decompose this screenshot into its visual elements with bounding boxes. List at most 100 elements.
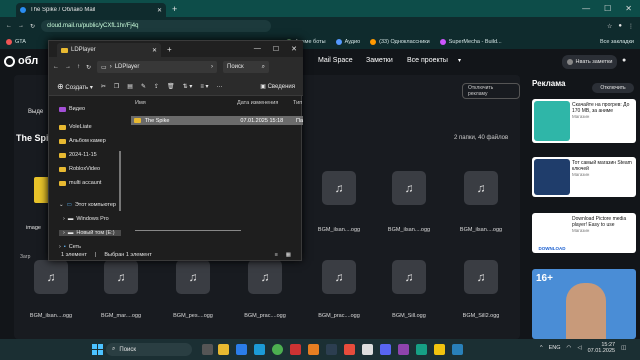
view-button[interactable]: ≡ ▾ xyxy=(200,83,208,90)
menu-icon[interactable]: ⋮ xyxy=(628,23,634,30)
site-logo[interactable]: обл xyxy=(4,55,38,67)
delete-icon[interactable]: 🗑 xyxy=(167,83,175,90)
path-field[interactable]: ▭ › LDPlayer › xyxy=(97,61,218,73)
nav-item[interactable]: RobloxVideo xyxy=(59,166,121,172)
url-field[interactable]: cloud.mail.ru/public/yCXfL1hr/Fj4q xyxy=(41,20,272,32)
audio-file-thumb[interactable]: ♫ xyxy=(322,171,356,205)
scrollbar[interactable] xyxy=(119,151,121,211)
nav-item[interactable]: Альбом камер xyxy=(59,138,121,144)
copy-icon[interactable]: ❐ xyxy=(114,83,119,90)
paste-icon[interactable]: ▤ xyxy=(127,83,133,90)
audio-file-thumb[interactable]: ♫ xyxy=(464,260,498,294)
forward-icon[interactable]: → xyxy=(65,64,71,70)
all-bookmarks[interactable]: Все закладки xyxy=(600,39,634,45)
audio-file-thumb[interactable]: ♫ xyxy=(176,260,210,294)
discord-icon[interactable] xyxy=(380,344,391,355)
audio-file-thumb[interactable]: ♫ xyxy=(322,260,356,294)
bookmark-item[interactable]: Аудио xyxy=(335,39,360,45)
more-icon[interactable]: … xyxy=(217,83,223,89)
nav-item[interactable]: multi accaunt xyxy=(59,180,121,186)
nav-item[interactable]: VoleLiate xyxy=(59,124,121,130)
audio-file-thumb[interactable]: ♫ xyxy=(392,260,426,294)
projects-chevron-icon[interactable]: ▾ xyxy=(458,57,461,64)
nav-notes[interactable]: Заметки xyxy=(366,57,393,64)
audio-file-thumb[interactable]: ♫ xyxy=(34,260,68,294)
forward-icon[interactable]: → xyxy=(18,23,24,29)
app-icon[interactable] xyxy=(308,344,319,355)
explorer-tab[interactable]: LDPlayer ✕ xyxy=(57,43,161,57)
refresh-icon[interactable]: ↻ xyxy=(86,64,91,71)
back-icon[interactable]: ← xyxy=(6,23,12,29)
sort-button[interactable]: ⇅ ▾ xyxy=(183,83,193,90)
column-name[interactable]: Имя xyxy=(135,100,146,106)
create-button[interactable]: ⊕ Создать ▾ xyxy=(57,82,93,91)
taskview-icon[interactable] xyxy=(202,344,213,355)
close-tab-icon[interactable]: ✕ xyxy=(157,7,162,14)
close-button[interactable]: ✕ xyxy=(625,4,632,13)
horizontal-scrollbar[interactable] xyxy=(135,230,241,231)
grid-view-icon[interactable]: ▦ xyxy=(286,252,291,258)
roblox-icon[interactable] xyxy=(362,344,373,355)
minimize-button[interactable]: — xyxy=(254,45,261,53)
taskbar-search[interactable]: ⌕ Поиск xyxy=(106,343,192,356)
browser-tab[interactable]: The Spike / Облако Mail ✕ xyxy=(16,3,166,17)
app-icon[interactable] xyxy=(326,344,337,355)
minimize-button[interactable]: — xyxy=(582,4,590,13)
maximize-button[interactable]: ☐ xyxy=(273,45,279,53)
search-field[interactable]: Поиск ⌕ xyxy=(223,61,270,73)
close-tab-icon[interactable]: ✕ xyxy=(152,47,157,54)
nav-mail-space[interactable]: Mail Space xyxy=(318,57,353,64)
edge-icon[interactable] xyxy=(236,344,247,355)
bookmark-item[interactable]: GTA xyxy=(6,39,26,45)
clock[interactable]: 15:27 07.01.2025 xyxy=(588,342,616,354)
notifications-icon[interactable]: ◫ xyxy=(621,345,626,351)
app-icon[interactable] xyxy=(290,344,301,355)
nav-item[interactable]: › ▬ Windows Pro xyxy=(59,216,121,222)
bookmark-item[interactable]: (33) Одноклассники xyxy=(370,39,430,45)
ad-card[interactable]: Тот самый магазин Steam ключей Магазин xyxy=(532,157,636,197)
maximize-button[interactable]: ☐ xyxy=(604,4,611,13)
nav-item[interactable]: Видео xyxy=(59,106,121,112)
up-icon[interactable]: ↑ xyxy=(77,64,80,70)
file-row[interactable]: The Spike 07.01.2025 15:18 Па xyxy=(131,116,303,125)
chrome-icon[interactable] xyxy=(272,344,283,355)
language-indicator[interactable]: ENG xyxy=(549,345,561,351)
app-icon[interactable] xyxy=(434,344,445,355)
audio-file-thumb[interactable]: ♫ xyxy=(248,260,282,294)
audio-file-thumb[interactable]: ♫ xyxy=(392,171,426,205)
chevron-up-icon[interactable]: ^ xyxy=(540,345,543,351)
ad-card[interactable]: Скачайте на прогрев: До 170 МВ, за аниме… xyxy=(532,99,636,143)
windows-start-icon[interactable] xyxy=(92,344,103,355)
wifi-icon[interactable]: ◠ xyxy=(567,345,572,351)
ad-card[interactable]: DOWNLOAD Download Pictore media player! … xyxy=(532,213,636,253)
app-icon[interactable] xyxy=(344,344,355,355)
star-icon[interactable]: ☆ xyxy=(607,23,612,30)
explorer-icon[interactable] xyxy=(218,344,229,355)
app-icon[interactable] xyxy=(452,344,463,355)
select-all[interactable]: Выде xyxy=(28,109,43,115)
bookmark-item[interactable]: SuperMecha - Build... xyxy=(439,39,502,45)
store-icon[interactable] xyxy=(254,344,265,355)
volume-icon[interactable]: ◁ xyxy=(577,345,581,351)
back-icon[interactable]: ← xyxy=(53,64,59,70)
share-icon[interactable]: ⇪ xyxy=(154,83,159,90)
new-tab-button[interactable]: + xyxy=(172,4,177,14)
game-ad-banner[interactable]: 16+ xyxy=(532,269,636,339)
list-view-icon[interactable]: ≡ xyxy=(275,252,278,258)
nav-item[interactable]: 2024-11-15 xyxy=(59,152,121,158)
close-button[interactable]: ✕ xyxy=(291,45,297,53)
app-icon[interactable] xyxy=(398,344,409,355)
rename-icon[interactable]: ✎ xyxy=(141,83,146,90)
column-type[interactable]: Тип xyxy=(293,100,302,106)
nav-projects[interactable]: Все проекты xyxy=(407,57,448,64)
disable-ads-button[interactable]: Отключить рекламу xyxy=(462,83,520,99)
audio-file-thumb[interactable]: ♫ xyxy=(104,260,138,294)
nav-item[interactable]: › ▬ Новый том (E:) xyxy=(59,230,121,236)
nav-item[interactable]: ⌄ ▭ Этот компьютер xyxy=(59,202,121,208)
profile-icon[interactable]: ● xyxy=(618,23,622,29)
ads-disable-button[interactable]: Отключить xyxy=(592,83,634,93)
cut-icon[interactable]: ✂ xyxy=(101,83,106,90)
unlock-notes-button[interactable]: Нвать заметки xyxy=(562,55,617,69)
column-date[interactable]: Дата изменения xyxy=(237,100,278,106)
new-tab-button[interactable]: + xyxy=(167,45,172,54)
